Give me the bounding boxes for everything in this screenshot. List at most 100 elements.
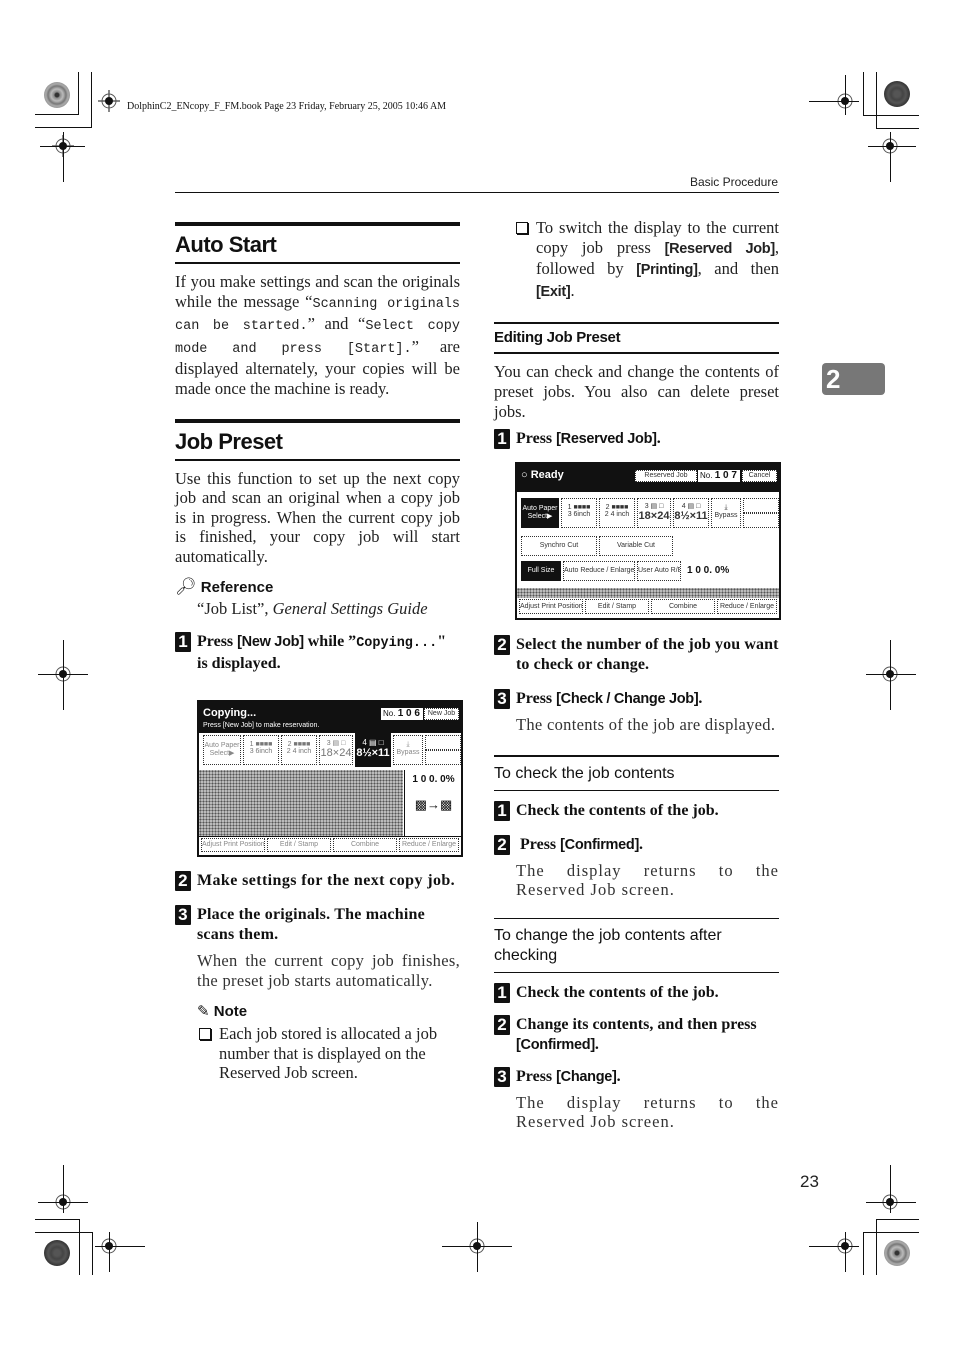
step-text: Press	[516, 1067, 557, 1085]
paper-tray-2-button[interactable]: 2 ■■■■ 2 4 inch	[281, 735, 317, 765]
step-3-check-change-job: 3 Press [Check / Change Job].	[494, 689, 779, 709]
paper-bypass-button[interactable]: ⤓ Bypass	[711, 498, 741, 528]
crop-line	[868, 146, 916, 147]
step-3-change: 3 Press [Change].	[494, 1066, 779, 1087]
chapter-tab[interactable]: 2	[822, 363, 885, 395]
crop-line	[876, 72, 877, 128]
paper-tray-4-button[interactable]: 4 ▤ □ 8½×11	[673, 498, 709, 528]
disabled-strip	[517, 588, 779, 598]
crop-line	[35, 114, 78, 115]
step-2-detail: The display returns to the Reserved Job …	[516, 860, 779, 900]
user-auto-re-button[interactable]: User Auto R/E	[637, 561, 681, 581]
btn-line: 1 ■■■■	[567, 504, 591, 511]
screen-header: ○ Ready Reserved Job No. 1 0 7 Cancel	[517, 464, 779, 492]
job-preset-body: Use this function to set up the next cop…	[175, 468, 460, 566]
status-text: Copying...	[203, 707, 257, 719]
job-number-label: No.	[700, 471, 713, 480]
bottom-button-row: Adjust Print Position Edit / Stamp Combi…	[199, 836, 461, 854]
paper-tray-1-button[interactable]: 1 ■■■■ 3 6inch	[561, 498, 597, 528]
step-text: Place the originals. The machine scans t…	[197, 906, 425, 943]
blank-button[interactable]	[425, 735, 461, 750]
left-column-lower: 2 Make settings for the next copy job. 3…	[175, 871, 460, 1083]
bypass-icon: ⤓	[724, 504, 728, 511]
step-1-reserved-job: 1 Press [Reserved Job].	[494, 429, 779, 450]
note-item: Each job stored is allocated a job numbe…	[175, 1024, 460, 1083]
paper-auto-select-button[interactable]: Auto Paper Select▶	[203, 735, 241, 765]
step-number-icon: 2	[175, 871, 191, 891]
edit-stamp-button[interactable]: Edit / Stamp	[585, 599, 649, 614]
step-number-icon: 2	[494, 1014, 510, 1035]
running-head: Basic Procedure	[689, 175, 778, 189]
crop-line	[63, 132, 64, 182]
reference-heading: 🔎︎ Reference	[175, 577, 460, 597]
message-copying: Copying...	[356, 636, 438, 652]
reduce-enlarge-button[interactable]: Reduce / Enlarge	[717, 599, 777, 614]
color-rosette-icon	[44, 1240, 70, 1266]
paper-tray-2-button[interactable]: 2 ■■■■ 2 4 inch	[599, 498, 635, 528]
screen-ready: ○ Ready Reserved Job No. 1 0 7 Cancel Au…	[515, 462, 781, 620]
btn-line: 2 4 inch	[604, 511, 630, 518]
btn-line: 3 ▤ □	[644, 503, 664, 510]
combine-button[interactable]: Combine	[651, 599, 715, 614]
reserved-job-button[interactable]: Reserved Job	[635, 470, 697, 482]
step-number-icon: 3	[175, 905, 191, 925]
step-2-confirmed: 2 Press [Confirmed].	[494, 834, 779, 855]
crop-line	[91, 72, 92, 128]
job-number-value: 1 0 6	[397, 708, 420, 719]
registration-mark-icon	[98, 90, 120, 112]
screen-copying: Copying... Press [New Job] to make reser…	[197, 700, 463, 857]
paper-tray-3-button[interactable]: 3 ▤ □ 18×24	[637, 498, 671, 528]
blank-button[interactable]	[743, 498, 779, 513]
cancel-button[interactable]: Cancel	[742, 470, 777, 482]
auto-reduce-enlarge-button[interactable]: Auto Reduce / Enlarge	[563, 561, 635, 581]
ratio-value: 1 0 0. 0%	[687, 565, 730, 576]
combine-button[interactable]: Combine	[333, 838, 397, 852]
crop-line	[845, 75, 846, 115]
crop-line	[809, 1246, 859, 1247]
crop-line	[35, 1232, 92, 1233]
step-number-icon: 3	[494, 689, 510, 709]
btn-line: 3 6inch	[249, 748, 273, 755]
bypass-icon: ⤓	[406, 741, 410, 748]
blank-button[interactable]	[743, 513, 779, 528]
paper-tray-4-button[interactable]: 4 ▤ □ 8½×11	[355, 733, 391, 767]
status-message: Press [New Job] to make reservation.	[203, 722, 320, 729]
section-title-job-preset: Job Preset	[175, 418, 460, 461]
crop-line	[63, 640, 64, 710]
new-job-button[interactable]: New Job	[424, 708, 459, 720]
color-rosette-icon	[884, 1240, 910, 1266]
paper-bypass-button[interactable]: ⤓ Bypass	[393, 735, 423, 765]
step-3-detail: When the current copy job finishes, the …	[197, 951, 460, 990]
full-size-button[interactable]: Full Size	[521, 561, 561, 581]
paper-tray-1-button[interactable]: 1 ■■■■ 3 6inch	[243, 735, 279, 765]
color-rosette-icon	[44, 82, 70, 108]
blank-button[interactable]	[425, 750, 461, 765]
adjust-print-position-button[interactable]: Adjust Print Position	[201, 838, 265, 852]
crop-line	[866, 1202, 916, 1203]
adjust-print-position-button[interactable]: Adjust Print Position	[519, 599, 583, 614]
btn-line: 1 ■■■■	[249, 741, 273, 748]
step-text: .	[616, 1067, 621, 1085]
synchro-cut-button[interactable]: Synchro Cut	[521, 536, 597, 556]
paper-auto-select-button[interactable]: Auto Paper Select▶	[521, 498, 559, 528]
reference-guide-title: General Settings Guide	[272, 598, 428, 618]
crop-line	[863, 72, 864, 115]
crop-line	[95, 1246, 145, 1247]
variable-cut-button[interactable]: Variable Cut	[599, 536, 673, 556]
btn-line: Select▶	[209, 750, 235, 757]
ratio-value: 1 0 0. 0%	[412, 774, 455, 785]
key-printing: [Printing]	[636, 262, 698, 279]
reduce-enlarge-button[interactable]: Reduce / Enlarge	[399, 838, 459, 852]
step-number-icon: 3	[494, 1066, 510, 1087]
reference-link[interactable]: “Job List”, General Settings Guide	[175, 599, 460, 619]
section-title-editing-job-preset: Editing Job Preset	[494, 322, 779, 355]
step-1-check-contents: 1 Check the contents of the job.	[494, 982, 779, 1003]
crop-line	[890, 132, 891, 182]
step-text: .	[656, 430, 661, 448]
note-heading: ✎ Note	[197, 1002, 460, 1020]
paper-tray-3-button[interactable]: 3 ▤ □ 18×24	[319, 735, 353, 765]
step-number-icon: 1	[175, 632, 191, 653]
btn-line: 2 ■■■■	[287, 741, 311, 748]
edit-stamp-button[interactable]: Edit / Stamp	[267, 838, 331, 852]
step-text: .	[698, 690, 703, 707]
